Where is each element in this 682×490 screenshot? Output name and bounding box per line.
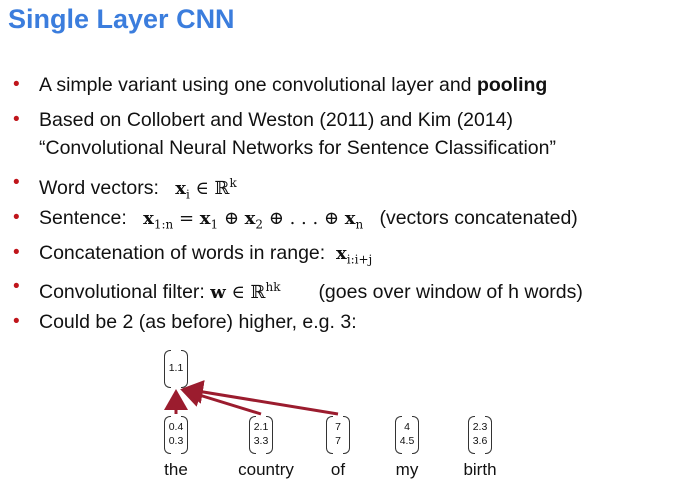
- filter-arrows: [164, 380, 339, 416]
- arrow-from-of: [182, 380, 339, 416]
